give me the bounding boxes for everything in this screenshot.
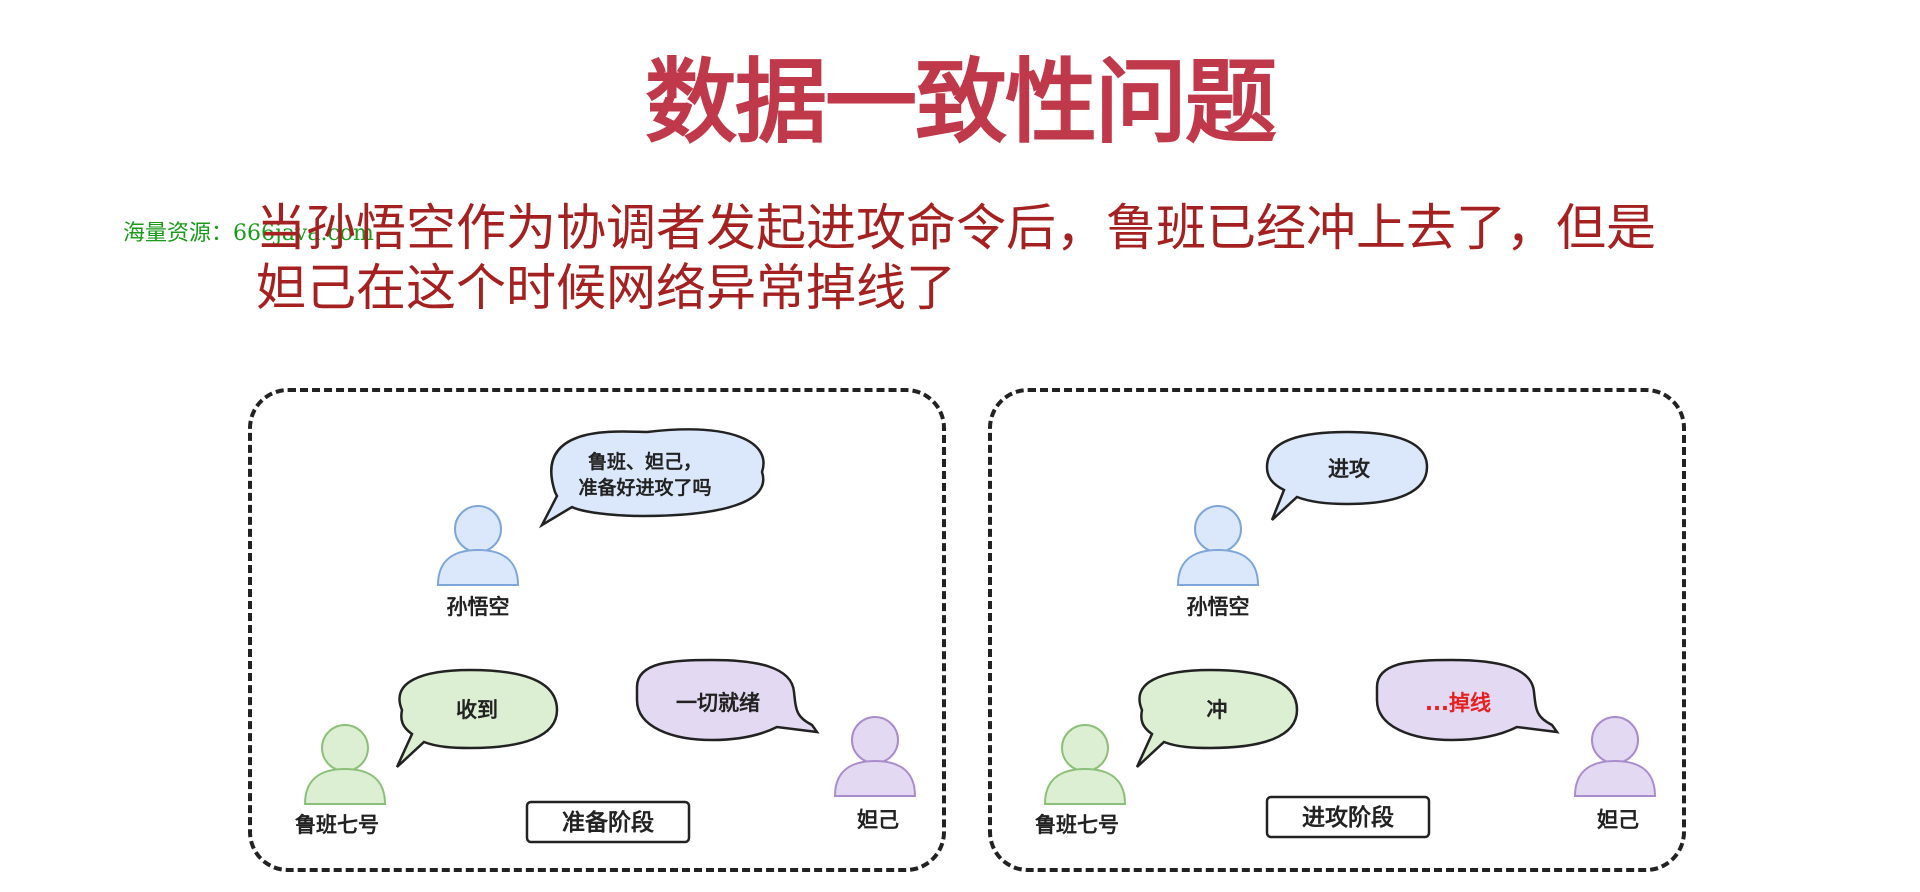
daji-label: 妲己 xyxy=(1597,808,1639,832)
sunwukong-speech-bubble: 鲁班、妲己， 准备好进攻了吗 xyxy=(538,428,765,529)
luban-label: 鲁班七号 xyxy=(295,813,379,837)
luban-person-icon xyxy=(1043,724,1127,805)
sunwukong-person-icon xyxy=(436,505,520,586)
daji-speech-bubble: ...掉线 xyxy=(1375,658,1560,742)
page-title: 数据一致性问题 xyxy=(644,49,1277,156)
luban-bubble-text: 冲 xyxy=(1207,698,1228,722)
daji-person-icon xyxy=(1573,716,1657,797)
luban-speech-bubble: 收到 xyxy=(395,668,559,768)
attack-stage-panel: 孙悟空 进攻 鲁班七号 冲 妲己 ...掉线 进攻阶段 xyxy=(988,388,1686,872)
stage-label: 准备阶段 xyxy=(562,809,654,836)
daji-bubble-text: 一切就绪 xyxy=(676,691,760,715)
daji-label: 妲己 xyxy=(857,808,899,832)
sunwukong-bubble-text: 进攻 xyxy=(1328,457,1371,481)
sunwukong-bubble-line1: 鲁班、妲己， xyxy=(587,450,702,473)
luban-speech-bubble: 冲 xyxy=(1135,668,1299,768)
sunwukong-person-icon xyxy=(1176,505,1260,586)
sunwukong-label: 孙悟空 xyxy=(447,595,510,619)
sunwukong-speech-bubble: 进攻 xyxy=(1265,430,1429,521)
daji-person-icon xyxy=(833,716,917,797)
prepare-stage-panel: 孙悟空 鲁班、妲己， 准备好进攻了吗 鲁班七号 收到 妲己 一切就绪 准备阶段 xyxy=(248,388,946,872)
sunwukong-bubble-line2: 准备好进攻了吗 xyxy=(578,476,711,499)
luban-person-icon xyxy=(303,724,387,805)
daji-speech-bubble: 一切就绪 xyxy=(635,658,820,742)
sunwukong-label: 孙悟空 xyxy=(1187,595,1250,619)
stage-label: 进攻阶段 xyxy=(1302,804,1394,831)
daji-bubble-text: ...掉线 xyxy=(1425,691,1491,715)
description-text: 当孙悟空作为协调者发起进攻命令后，鲁班已经冲上去了，但是妲己在这个时候网络异常掉… xyxy=(256,199,1656,317)
luban-bubble-text: 收到 xyxy=(456,698,498,722)
luban-label: 鲁班七号 xyxy=(1035,813,1119,837)
